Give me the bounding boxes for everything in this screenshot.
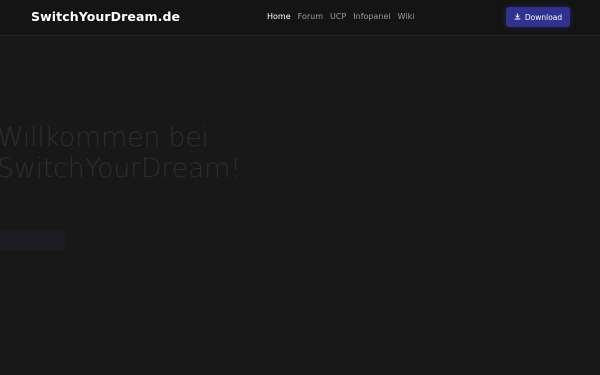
hero-title: Willkommen bei SwitchYourDream! bbox=[0, 122, 241, 184]
site-logo-text[interactable]: SwitchYourDream.de bbox=[31, 9, 180, 24]
download-button[interactable]: Download bbox=[506, 7, 570, 27]
nav-wiki[interactable]: Wiki bbox=[398, 12, 415, 21]
hero-cta-button[interactable] bbox=[0, 230, 66, 251]
download-label: Download bbox=[524, 12, 563, 22]
nav-infopanel[interactable]: Infopanel bbox=[353, 12, 390, 21]
top-navbar: SwitchYourDream.de Home Forum UCP Infopa… bbox=[0, 0, 600, 36]
hero-title-line2: SwitchYourDream! bbox=[0, 153, 241, 184]
nav-forum[interactable]: Forum bbox=[298, 12, 323, 21]
hero-title-line1: Willkommen bei bbox=[0, 122, 209, 153]
download-icon bbox=[514, 12, 521, 22]
nav-home[interactable]: Home bbox=[267, 12, 291, 21]
main-nav: Home Forum UCP Infopanel Wiki bbox=[267, 12, 414, 21]
nav-ucp[interactable]: UCP bbox=[330, 12, 346, 21]
page: SwitchYourDream.de Home Forum UCP Infopa… bbox=[0, 0, 600, 375]
